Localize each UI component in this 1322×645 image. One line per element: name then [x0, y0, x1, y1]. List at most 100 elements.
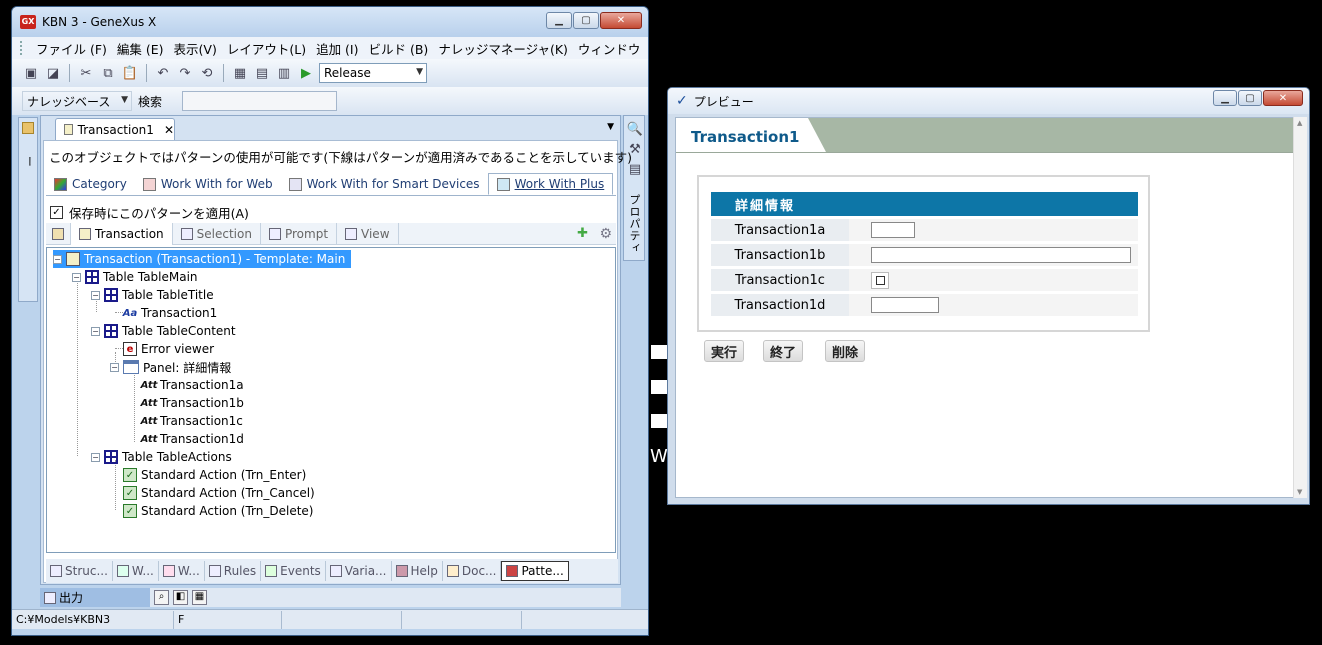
- paste-icon[interactable]: 📋: [121, 64, 139, 82]
- new-node-icon[interactable]: ✚: [577, 226, 588, 241]
- transaction1c-checkbox[interactable]: [871, 272, 889, 289]
- cancel-button[interactable]: 終了: [763, 340, 804, 362]
- tree-node-label: Transaction1a: [160, 378, 244, 392]
- tab-win-form[interactable]: W...: [159, 561, 205, 581]
- indexer-icon[interactable]: ▦: [192, 590, 207, 605]
- tab-patterns[interactable]: Patte...: [501, 561, 569, 581]
- tree-node-action[interactable]: ✓ Standard Action (Trn_Cancel): [123, 484, 315, 502]
- apply-pattern-checkbox[interactable]: ✓: [50, 206, 63, 219]
- subtab-transaction[interactable]: Transaction: [71, 222, 173, 245]
- transaction1b-input[interactable]: [871, 247, 1131, 263]
- save-all-icon[interactable]: ◪: [44, 64, 62, 82]
- transaction1d-input[interactable]: [871, 297, 939, 313]
- tab-variables[interactable]: Varia...: [326, 561, 392, 581]
- menu-file[interactable]: ファイル (F): [31, 39, 112, 58]
- menu-window[interactable]: ウィンドウ: [573, 39, 646, 58]
- tab-work-with-smart-devices[interactable]: Work With for Smart Devices: [281, 173, 488, 195]
- chevron-down-icon[interactable]: ▼: [607, 122, 614, 132]
- menu-build[interactable]: ビルド (B): [364, 39, 434, 58]
- menu-knowledge-manager[interactable]: ナレッジマネージャ(K): [433, 39, 573, 58]
- tab-transaction1[interactable]: Transaction1 ✕: [55, 118, 175, 140]
- tab-rules[interactable]: Rules: [205, 561, 262, 581]
- menu-view[interactable]: 表示(V): [169, 39, 222, 58]
- delete-button[interactable]: 削除: [825, 340, 866, 362]
- copy-icon[interactable]: ⧉: [99, 64, 117, 82]
- search-input[interactable]: [182, 91, 338, 111]
- run-icon[interactable]: ▶: [297, 64, 315, 82]
- menu-layout[interactable]: レイアウト(L): [222, 39, 311, 58]
- pattern-instance-tree: − Transaction (Transaction1) - Template:…: [46, 247, 616, 553]
- maximize-button[interactable]: ▢: [573, 12, 599, 29]
- configuration-combo[interactable]: Release ▼: [319, 63, 427, 83]
- gear-icon[interactable]: ⚙: [599, 226, 612, 242]
- minimize-button[interactable]: ▁: [546, 12, 572, 29]
- tree-node-attribute[interactable]: Att Transaction1d: [141, 430, 244, 448]
- collapse-toggle[interactable]: −: [53, 254, 62, 264]
- subtab-selection[interactable]: Selection: [173, 222, 261, 245]
- properties-tab[interactable]: 🔍 ⚒ ▤ プロパティ: [623, 115, 645, 261]
- collapse-toggle[interactable]: −: [72, 272, 81, 282]
- collapse-toggle[interactable]: −: [110, 362, 119, 372]
- kb-view-combo[interactable]: ナレッジベース ▼: [22, 91, 132, 111]
- references-icon[interactable]: ◧: [173, 590, 188, 605]
- tree-node-table-main[interactable]: − Table TableMain: [72, 268, 198, 286]
- rebuild-icon[interactable]: ▤: [253, 64, 271, 82]
- menu-grip[interactable]: [20, 41, 23, 55]
- tree-node-table-actions[interactable]: − Table TableActions: [91, 448, 232, 466]
- tree-node-action[interactable]: ✓ Standard Action (Trn_Enter): [123, 466, 306, 484]
- collapse-toggle[interactable]: −: [91, 290, 100, 300]
- field-row: Transaction1a: [711, 219, 1138, 241]
- tab-help[interactable]: Help: [392, 561, 443, 581]
- kb-navigator-icon: [22, 122, 34, 134]
- close-button[interactable]: ✕: [1263, 90, 1303, 106]
- status-cell: [282, 610, 402, 629]
- tab-documentation[interactable]: Doc...: [443, 561, 502, 581]
- minimize-button[interactable]: ▁: [1213, 90, 1237, 106]
- cancel-build-icon[interactable]: ▥: [275, 64, 293, 82]
- tree-node-panel[interactable]: − Panel: 詳細情報: [110, 358, 231, 376]
- tree-node-attribute[interactable]: Att Transaction1b: [141, 394, 244, 412]
- build-icon[interactable]: ▦: [231, 64, 249, 82]
- close-button[interactable]: ✕: [600, 12, 642, 29]
- collapse-toggle[interactable]: −: [91, 452, 100, 462]
- field-row: Transaction1c: [711, 269, 1138, 291]
- transaction1a-input[interactable]: [871, 222, 915, 238]
- table-icon: [104, 288, 118, 302]
- cut-icon[interactable]: ✂: [77, 64, 95, 82]
- subtab-prompt[interactable]: Prompt: [261, 222, 338, 245]
- menu-edit[interactable]: 編集 (E): [112, 39, 169, 58]
- save-icon[interactable]: ▣: [22, 64, 40, 82]
- close-icon[interactable]: ✕: [164, 123, 174, 137]
- history-icon[interactable]: ⟲: [198, 64, 216, 82]
- undo-icon[interactable]: ↶: [154, 64, 172, 82]
- tab-work-with-web[interactable]: Work With for Web: [135, 173, 281, 195]
- field-row: Transaction1b: [711, 244, 1138, 266]
- collapse-toggle[interactable]: −: [91, 326, 100, 336]
- tree-node-table-title[interactable]: − Table TableTitle: [91, 286, 214, 304]
- tree-node-attribute[interactable]: Att Transaction1c: [141, 412, 243, 430]
- search-icon[interactable]: ⌕: [154, 590, 169, 605]
- tab-work-with-plus[interactable]: Work With Plus: [487, 173, 614, 195]
- enter-button[interactable]: 実行: [704, 340, 745, 362]
- tree-node-action[interactable]: ✓ Standard Action (Trn_Delete): [123, 502, 314, 520]
- tree-node-title-text[interactable]: Aa Transaction1: [123, 304, 218, 322]
- subtab-view[interactable]: View: [337, 222, 399, 245]
- properties-icon[interactable]: 🔍: [626, 120, 644, 138]
- redo-icon[interactable]: ↷: [176, 64, 194, 82]
- tab-structure[interactable]: Struc...: [46, 561, 113, 581]
- tree-node-error-viewer[interactable]: e Error viewer: [123, 340, 214, 358]
- output-tab[interactable]: 出力: [40, 588, 150, 607]
- scroll-up-icon[interactable]: ▲: [1297, 119, 1302, 127]
- tree-node-table-content[interactable]: − Table TableContent: [91, 322, 236, 340]
- tree-root-transaction[interactable]: − Transaction (Transaction1) - Template:…: [53, 250, 352, 268]
- kb-navigator-tab[interactable]: ナレッジベースナビゲーター: [18, 117, 52, 302]
- scroll-down-icon[interactable]: ▼: [1297, 488, 1302, 496]
- tab-category[interactable]: Category: [46, 173, 135, 195]
- menu-insert[interactable]: 追加 (I): [311, 39, 363, 58]
- tab-web-form[interactable]: W...: [113, 561, 159, 581]
- pattern-settings-icon[interactable]: [46, 222, 71, 245]
- tab-events[interactable]: Events: [261, 561, 326, 581]
- preview-scrollbar[interactable]: ▲ ▼: [1293, 117, 1307, 498]
- tree-node-attribute[interactable]: Att Transaction1a: [141, 376, 244, 394]
- maximize-button[interactable]: ▢: [1238, 90, 1262, 106]
